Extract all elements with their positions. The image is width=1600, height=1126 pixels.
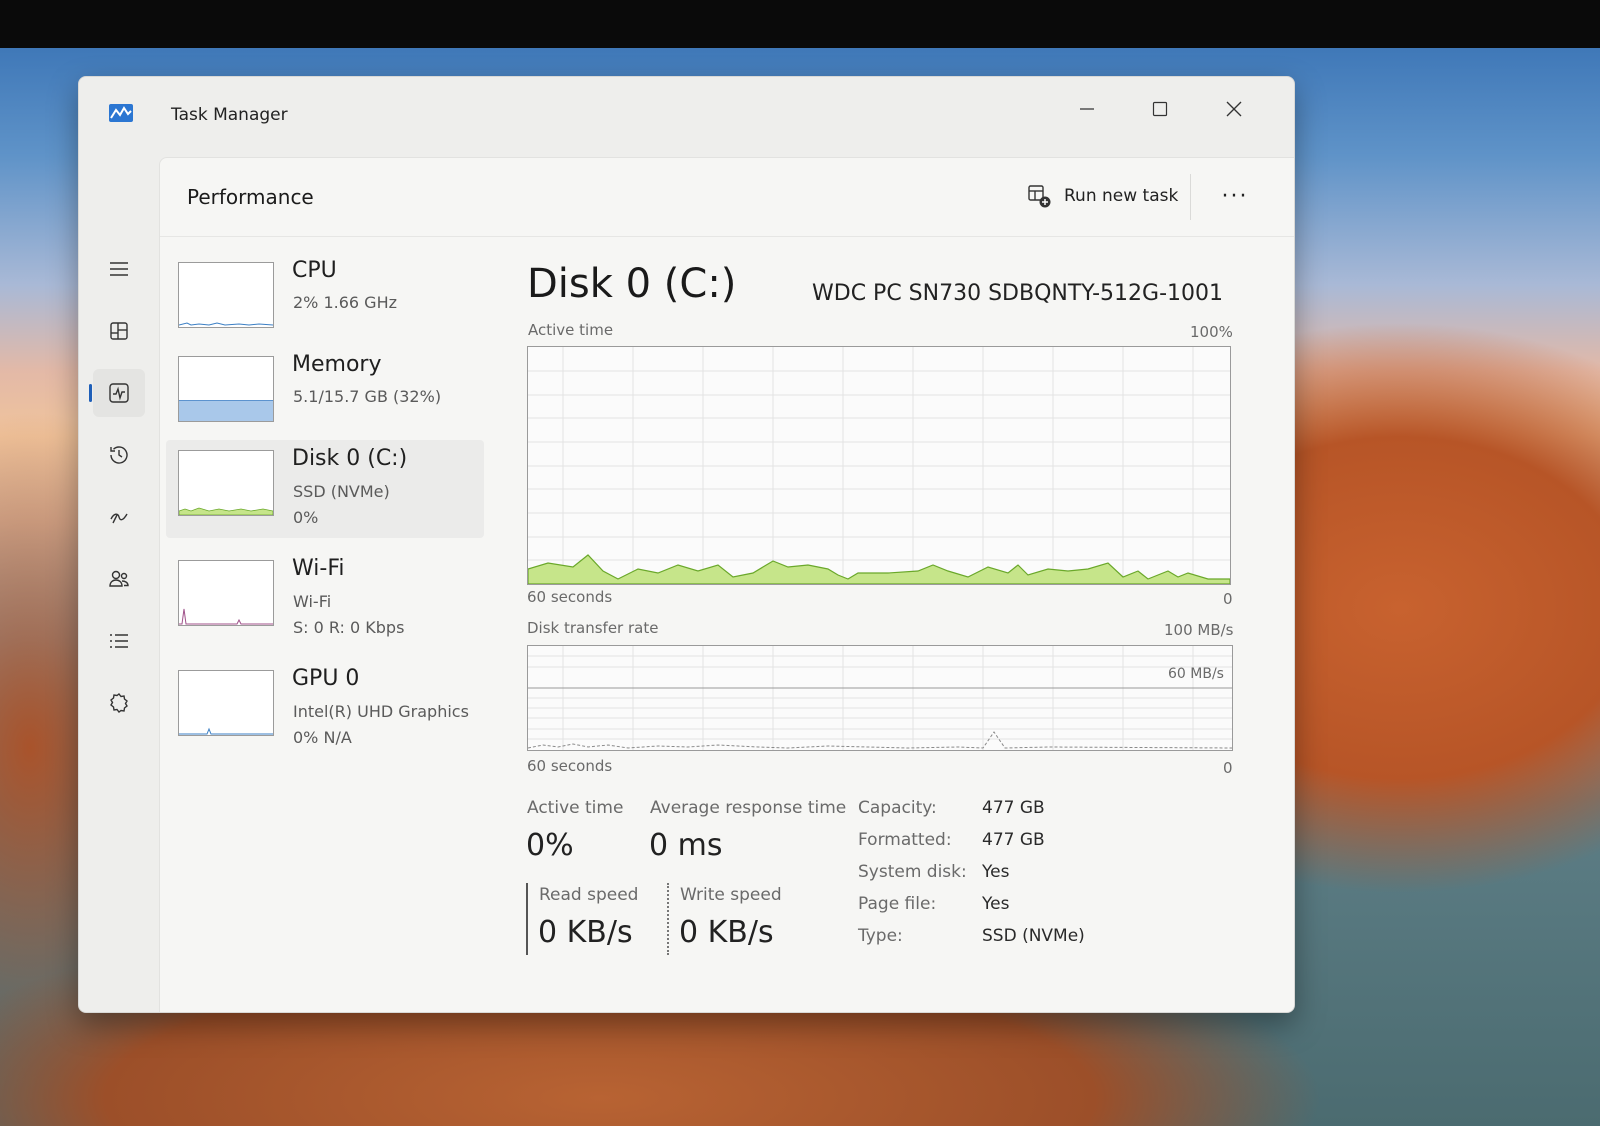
- resource-name: Wi-Fi: [292, 556, 345, 581]
- active-time-label: Active time: [527, 798, 624, 818]
- content-panel: Performance Run new task ··· CPU 2% 1.66…: [159, 157, 1294, 1012]
- title-bar[interactable]: Task Manager: [79, 77, 1294, 155]
- property-key: Page file:: [858, 894, 937, 914]
- resource-detail: SSD (NVMe): [293, 482, 390, 501]
- resource-name: Disk 0 (C:): [292, 446, 408, 471]
- resource-detail: 0%: [293, 508, 319, 527]
- read-speed-indicator: [526, 883, 528, 955]
- property-key: Capacity:: [858, 798, 937, 818]
- memory-thumbnail-graph: [178, 356, 274, 422]
- property-key: Formatted:: [858, 830, 952, 850]
- minimize-icon: [1080, 108, 1094, 110]
- more-options-button[interactable]: ···: [1212, 176, 1258, 216]
- write-speed-value: 0 KB/s: [679, 915, 774, 950]
- resource-name: GPU 0: [292, 666, 360, 691]
- window-title: Task Manager: [171, 105, 288, 125]
- gpu-thumbnail-graph: [178, 670, 274, 736]
- active-time-graph: [527, 346, 1231, 585]
- active-time-graph-min: 0: [1223, 590, 1233, 608]
- write-speed-label: Write speed: [680, 885, 782, 905]
- resource-name: CPU: [292, 258, 337, 283]
- nav-startup-apps[interactable]: [93, 493, 145, 541]
- read-speed-label: Read speed: [539, 885, 639, 905]
- property-value: 477 GB: [982, 830, 1045, 850]
- property-key: Type:: [858, 926, 903, 946]
- resource-name: Memory: [292, 352, 382, 377]
- active-time-graph-max: 100%: [1190, 323, 1233, 341]
- hamburger-menu-icon: [110, 262, 128, 276]
- resource-detail: 0% N/A: [293, 728, 352, 747]
- task-manager-window: Task Manager Performance Run new task ··…: [78, 76, 1295, 1013]
- services-icon: [110, 693, 128, 713]
- transfer-graph-max: 100 MB/s: [1164, 621, 1234, 639]
- processes-icon: [110, 322, 128, 340]
- resource-wifi[interactable]: Wi-Fi Wi-Fi S: 0 R: 0 Kbps: [166, 550, 484, 648]
- resource-detail: 2% 1.66 GHz: [293, 293, 398, 312]
- navigation-rail: [79, 155, 157, 1012]
- transfer-graph-label: Disk transfer rate: [527, 619, 659, 637]
- maximize-icon: [1152, 101, 1168, 117]
- resource-detail: Wi-Fi: [293, 592, 332, 611]
- run-new-task-icon: [1028, 185, 1051, 208]
- write-speed-indicator: [667, 883, 669, 955]
- avg-response-value: 0 ms: [649, 828, 723, 863]
- hamburger-menu-button[interactable]: [93, 245, 145, 293]
- property-value: Yes: [982, 862, 1010, 882]
- content-header: Performance Run new task ···: [160, 158, 1294, 237]
- property-value: 477 GB: [982, 798, 1045, 818]
- header-divider: [1190, 174, 1191, 220]
- users-icon: [109, 570, 129, 587]
- nav-users[interactable]: [93, 555, 145, 603]
- property-value: SSD (NVMe): [982, 926, 1085, 946]
- performance-icon: [109, 383, 129, 403]
- more-options-icon: ···: [1221, 183, 1249, 209]
- disk-transfer-rate-graph: 60 MB/s: [527, 645, 1233, 751]
- nav-app-history[interactable]: [93, 431, 145, 479]
- active-time-graph-duration: 60 seconds: [527, 588, 613, 606]
- run-new-task-button[interactable]: Run new task: [1018, 176, 1186, 216]
- disk-model-name: WDC PC SN730 SDBQNTY-512G-1001: [812, 281, 1224, 306]
- monitor-bezel: [0, 0, 1600, 50]
- memory-usage-fill: [179, 399, 273, 421]
- startup-apps-icon: [110, 513, 128, 524]
- property-key: System disk:: [858, 862, 967, 882]
- active-time-value: 0%: [526, 828, 574, 863]
- transfer-graph-mid: 60 MB/s: [1168, 666, 1224, 682]
- run-new-task-label: Run new task: [1064, 186, 1179, 206]
- transfer-rate-series: [527, 731, 1233, 749]
- resource-memory[interactable]: Memory 5.1/15.7 GB (32%): [166, 346, 484, 444]
- cpu-thumbnail-graph: [178, 262, 274, 328]
- resource-cpu[interactable]: CPU 2% 1.66 GHz: [166, 252, 484, 350]
- task-manager-app-icon: [109, 104, 133, 122]
- detail-title: Disk 0 (C:): [527, 261, 737, 307]
- resource-detail: 5.1/15.7 GB (32%): [293, 387, 442, 406]
- minimize-button[interactable]: [1064, 89, 1110, 129]
- resource-gpu-0[interactable]: GPU 0 Intel(R) UHD Graphics 0% N/A: [166, 660, 484, 758]
- property-value: Yes: [982, 894, 1010, 914]
- transfer-graph-duration: 60 seconds: [527, 757, 613, 775]
- wifi-thumbnail-graph: [178, 560, 274, 626]
- resource-disk-0[interactable]: Disk 0 (C:) SSD (NVMe) 0%: [166, 440, 484, 538]
- close-button[interactable]: [1211, 89, 1257, 129]
- maximize-button[interactable]: [1137, 89, 1183, 129]
- avg-response-label: Average response time: [650, 798, 847, 818]
- resource-detail: Intel(R) UHD Graphics: [293, 702, 469, 721]
- nav-details[interactable]: [93, 617, 145, 665]
- app-history-icon: [110, 446, 128, 464]
- page-title: Performance: [187, 185, 314, 209]
- details-icon: [110, 634, 128, 648]
- read-speed-value: 0 KB/s: [538, 915, 633, 950]
- resource-detail: S: 0 R: 0 Kbps: [293, 618, 405, 637]
- nav-performance[interactable]: [89, 369, 145, 417]
- close-icon: [1226, 101, 1242, 117]
- nav-processes[interactable]: [93, 307, 145, 355]
- active-time-graph-label: Active time: [528, 321, 614, 339]
- nav-services[interactable]: [93, 679, 145, 727]
- disk-thumbnail-graph: [178, 450, 274, 516]
- transfer-graph-min: 0: [1223, 759, 1233, 777]
